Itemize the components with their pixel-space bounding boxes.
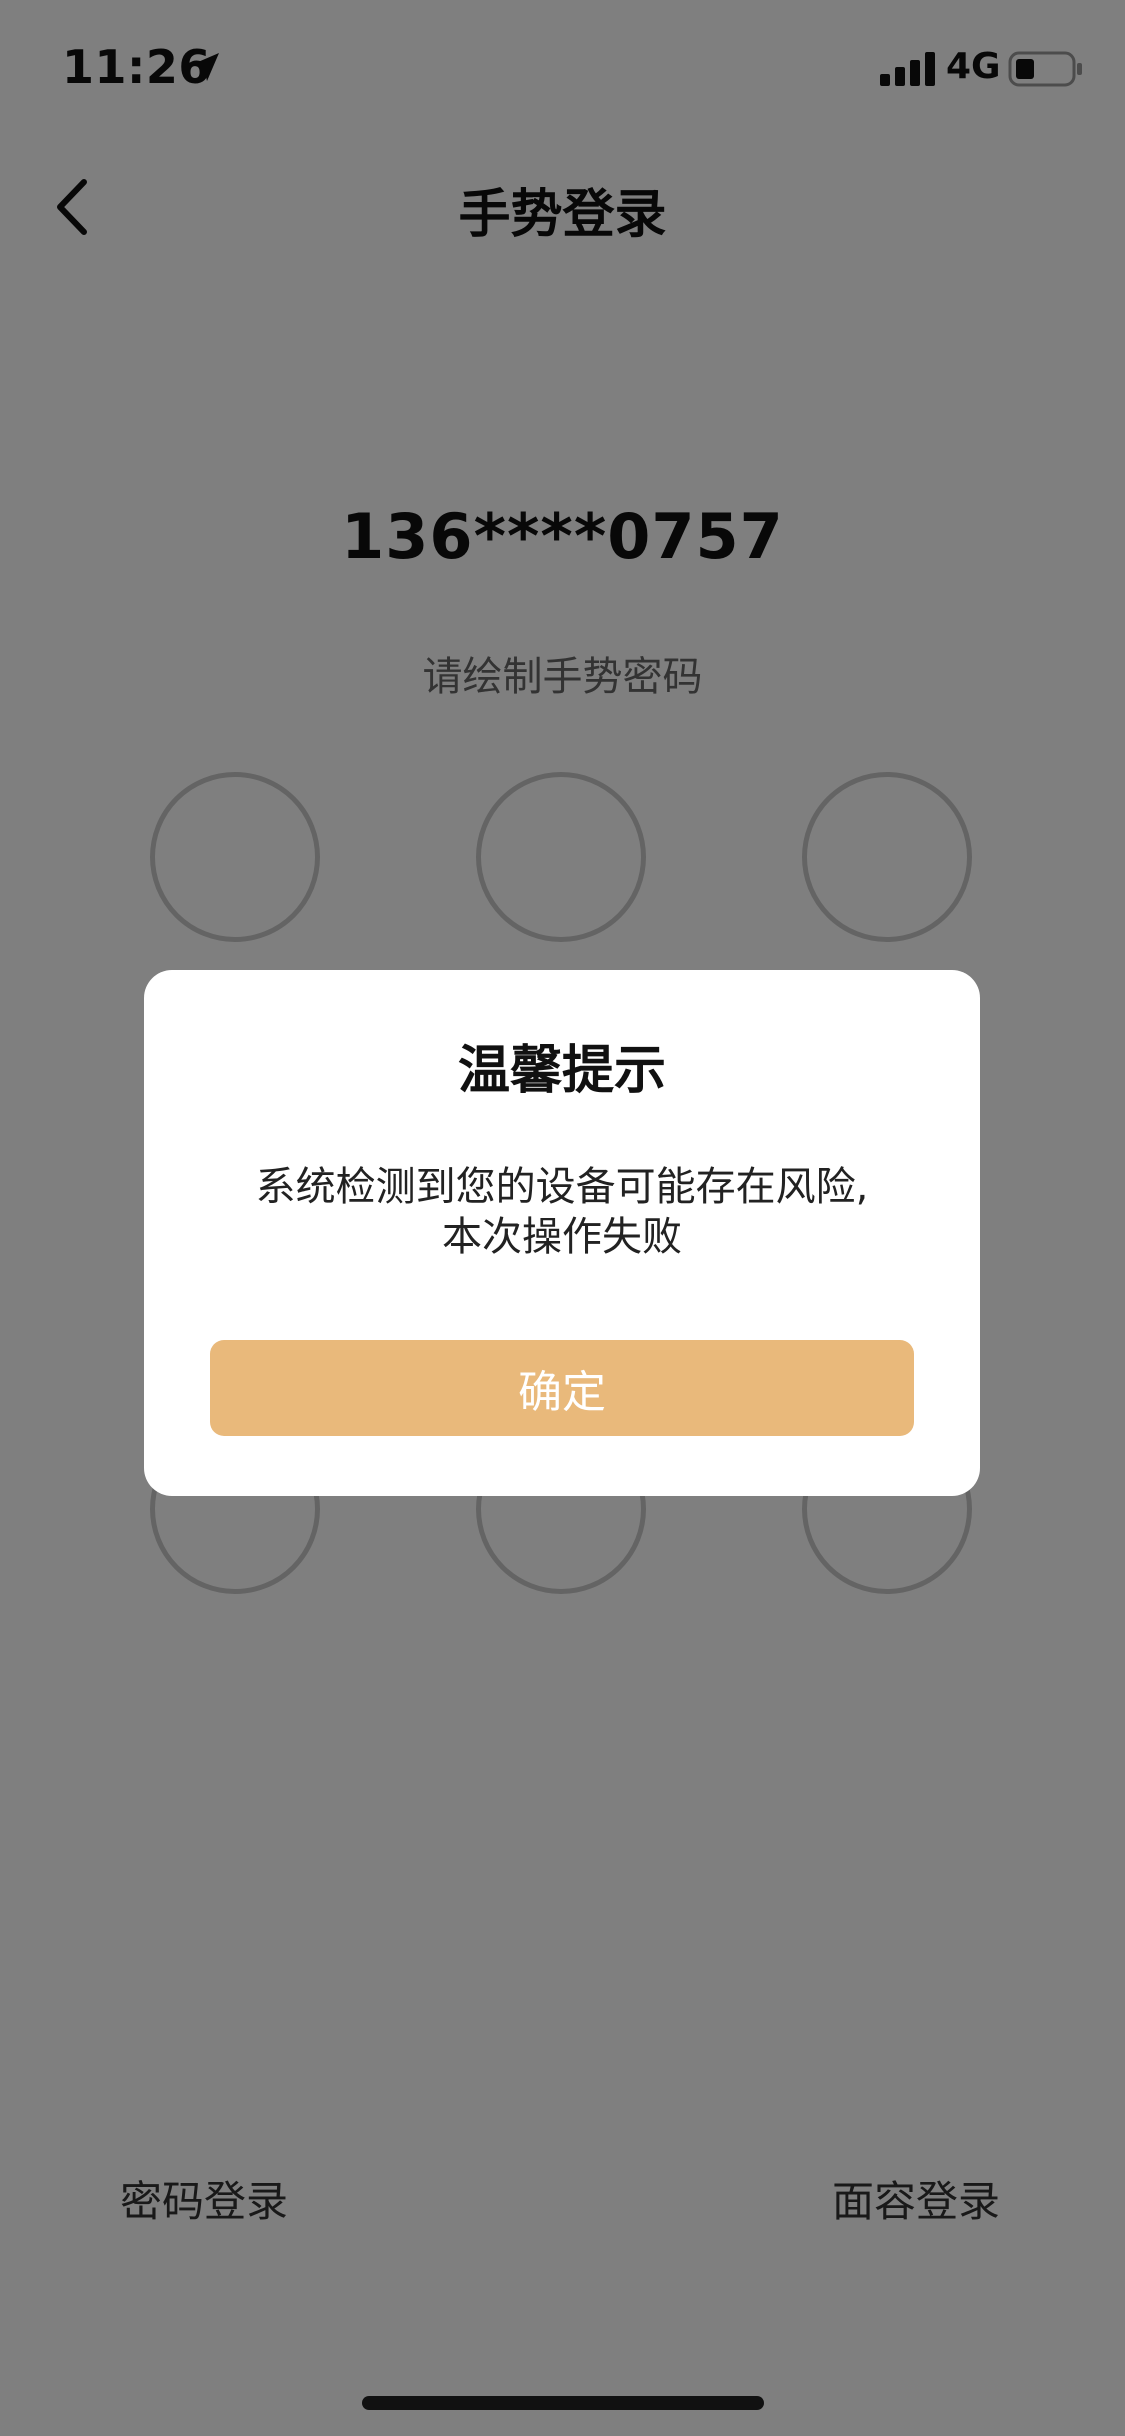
home-indicator[interactable] <box>362 2396 764 2410</box>
confirm-button[interactable]: 确定 <box>210 1340 914 1436</box>
dialog-message-line: 本次操作失败 <box>442 1214 682 1260</box>
dialog-title: 温馨提示 <box>457 1041 666 1101</box>
dialog-message: 系统检测到您的设备可能存在风险, 本次操作失败 <box>184 1162 940 1262</box>
dialog-message-line: 系统检测到您的设备可能存在风险, <box>255 1164 869 1210</box>
gesture-login-screen: 11:26 4G 手势登录 136****0757 请绘制手势密码 <box>0 0 1125 2436</box>
warning-dialog: 温馨提示 系统检测到您的设备可能存在风险, 本次操作失败 确定 <box>144 970 980 1496</box>
